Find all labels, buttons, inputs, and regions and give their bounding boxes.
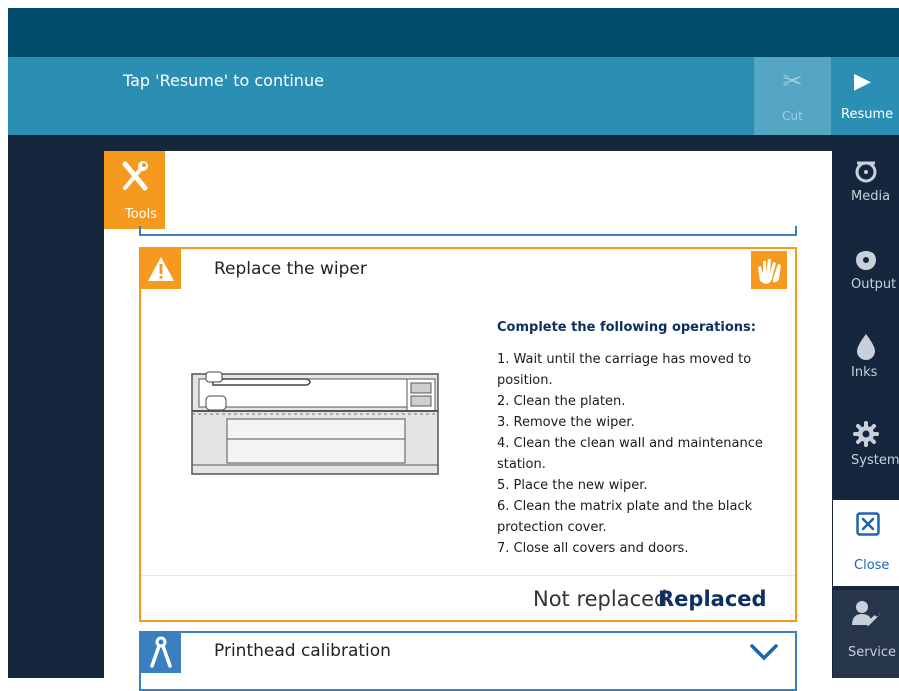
sidebar-item-media[interactable]: Media: [833, 135, 899, 221]
gloves-icon: [751, 251, 787, 289]
play-icon: ▶: [854, 69, 871, 94]
resume-button[interactable]: ▶ Resume: [831, 57, 899, 135]
sidebar-item-label: Output: [851, 277, 897, 292]
task-card-replace-wiper: Replace the wiper Complete the following…: [139, 247, 797, 622]
ink-drop-icon: [857, 334, 875, 360]
tools-label: Tools: [125, 207, 158, 222]
scissors-icon: ✂: [782, 67, 803, 95]
tools-tab[interactable]: Tools: [104, 151, 165, 229]
sidebar-item-label: Inks: [851, 365, 878, 380]
service-icon: [852, 601, 880, 626]
instructions-heading: Complete the following operations:: [497, 320, 756, 335]
calibration-icon: [141, 633, 181, 673]
step-item: 5. Place the new wiper.: [497, 478, 648, 493]
sidebar-item-system[interactable]: System: [833, 399, 899, 485]
sidebar-item-label: Media: [851, 189, 891, 204]
not-replaced-button[interactable]: Not replaced: [533, 587, 667, 611]
tools-icon: [122, 161, 148, 191]
resume-label: Resume: [841, 107, 894, 122]
step-item: 1. Wait until the carriage has moved to …: [497, 352, 752, 388]
status-message: Tap 'Resume' to continue: [123, 71, 324, 90]
printer-illustration: [191, 369, 441, 483]
cut-button[interactable]: ✂ Cut: [754, 57, 831, 135]
step-item: 6. Clean the matrix plate and the black …: [497, 499, 753, 535]
sidebar-item-close[interactable]: Close: [833, 500, 899, 586]
step-item: 4. Clean the clean wall and maintenance …: [497, 436, 763, 472]
task-card-printhead-calibration[interactable]: Printhead calibration: [139, 631, 797, 691]
sidebar-item-label: Service: [848, 645, 897, 660]
task-title: Replace the wiper: [214, 259, 367, 279]
media-icon: [855, 161, 877, 183]
cut-label: Cut: [782, 109, 803, 123]
chevron-down-icon[interactable]: [749, 643, 779, 661]
next-task-title: Printhead calibration: [214, 641, 391, 661]
step-item: 3. Remove the wiper.: [497, 415, 635, 430]
sidebar-item-inks[interactable]: Inks: [833, 311, 899, 397]
section-divider: [139, 226, 797, 236]
instructions: Complete the following operations: 1. Wa…: [497, 317, 793, 559]
sidebar-item-label: System: [851, 453, 899, 468]
warning-icon: [141, 249, 181, 289]
sidebar-item-service[interactable]: Service: [833, 590, 899, 678]
top-bar: [8, 8, 899, 57]
close-icon: [856, 512, 880, 536]
step-item: 2. Clean the platen.: [497, 394, 626, 409]
sidebar-item-output[interactable]: Output: [833, 223, 899, 309]
step-item: 7. Close all covers and doors.: [497, 541, 689, 556]
message-bar: Tap 'Resume' to continue ✂ Cut ▶ Resume: [8, 57, 899, 135]
sidebar-item-label: Close: [854, 558, 890, 573]
sidebar: Media Output Inks System Close Service: [833, 135, 899, 678]
replaced-button[interactable]: Replaced: [658, 587, 767, 611]
output-icon: [856, 249, 876, 270]
gear-icon: [853, 421, 879, 447]
card-divider: [141, 575, 795, 576]
